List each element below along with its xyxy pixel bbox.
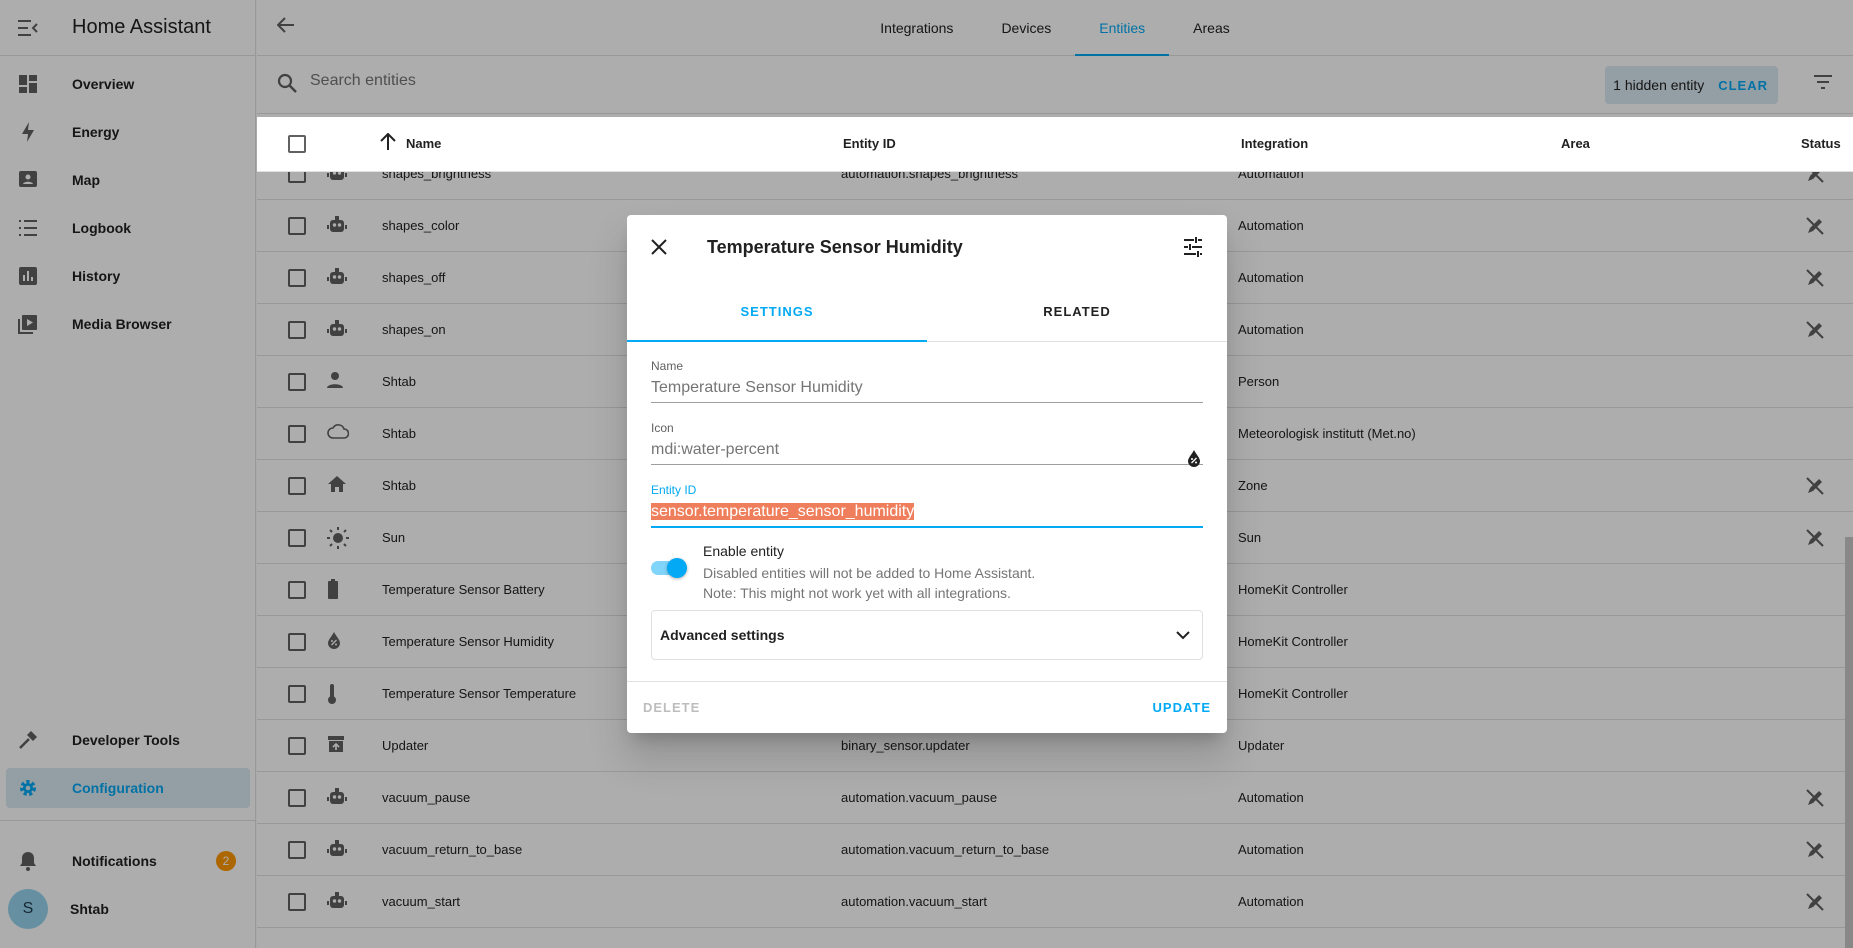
column-header-area[interactable]: Area	[1561, 136, 1590, 151]
column-header-integration[interactable]: Integration	[1241, 136, 1308, 151]
column-header-status[interactable]: Status	[1801, 136, 1841, 151]
dialog-tabs: SETTINGS RELATED	[627, 281, 1227, 342]
sort-ascending-icon[interactable]	[380, 132, 396, 154]
close-icon	[651, 239, 667, 255]
tab-related[interactable]: RELATED	[927, 281, 1227, 341]
table-header: Name Entity ID Integration Area Status	[257, 117, 1853, 172]
advanced-settings-expander[interactable]: Advanced settings	[651, 610, 1203, 660]
update-button[interactable]: UPDATE	[1153, 700, 1211, 715]
advanced-settings-label: Advanced settings	[660, 627, 785, 643]
icon-field-label: Icon	[651, 421, 674, 435]
entity-id-field[interactable]: Entity ID sensor.temperature_sensor_humi…	[651, 483, 1203, 528]
tab-settings[interactable]: SETTINGS	[627, 281, 927, 342]
column-header-entity-id[interactable]: Entity ID	[843, 136, 896, 151]
name-field[interactable]: Name Temperature Sensor Humidity	[651, 359, 1203, 403]
enable-entity-label: Enable entity	[703, 543, 784, 559]
delete-button[interactable]: DELETE	[643, 700, 700, 715]
water-percent-icon	[1187, 449, 1201, 472]
entity-id-field-label: Entity ID	[651, 483, 697, 497]
app-root: Home Assistant Overview Energy Map Logbo…	[0, 0, 1853, 948]
entity-settings-dialog: Temperature Sensor Humidity SETTINGS REL…	[627, 215, 1227, 733]
dialog-footer: DELETE UPDATE	[627, 681, 1227, 733]
icon-field[interactable]: Icon mdi:water-percent	[651, 421, 1203, 467]
advanced-settings-button[interactable]	[1183, 237, 1203, 262]
column-header-name[interactable]: Name	[406, 136, 441, 151]
tune-icon	[1184, 237, 1202, 257]
entity-id-field-value[interactable]: sensor.temperature_sensor_humidity	[651, 503, 1203, 528]
name-field-value[interactable]: Temperature Sensor Humidity	[651, 379, 1203, 403]
enable-entity-description: Disabled entities will not be added to H…	[703, 563, 1035, 603]
enable-entity-desc-line2: Note: This might not work yet with all i…	[703, 585, 1011, 601]
icon-field-value[interactable]: mdi:water-percent	[651, 441, 1203, 465]
enable-entity-desc-line1: Disabled entities will not be added to H…	[703, 565, 1036, 581]
select-all-checkbox[interactable]	[288, 135, 306, 153]
name-field-label: Name	[651, 359, 684, 373]
entity-id-selected-text: sensor.temperature_sensor_humidity	[651, 503, 915, 520]
enable-entity-toggle[interactable]	[651, 558, 687, 578]
toggle-thumb	[667, 558, 687, 578]
close-button[interactable]	[651, 239, 667, 260]
dialog-title: Temperature Sensor Humidity	[707, 237, 963, 257]
chevron-down-icon	[1176, 627, 1190, 645]
